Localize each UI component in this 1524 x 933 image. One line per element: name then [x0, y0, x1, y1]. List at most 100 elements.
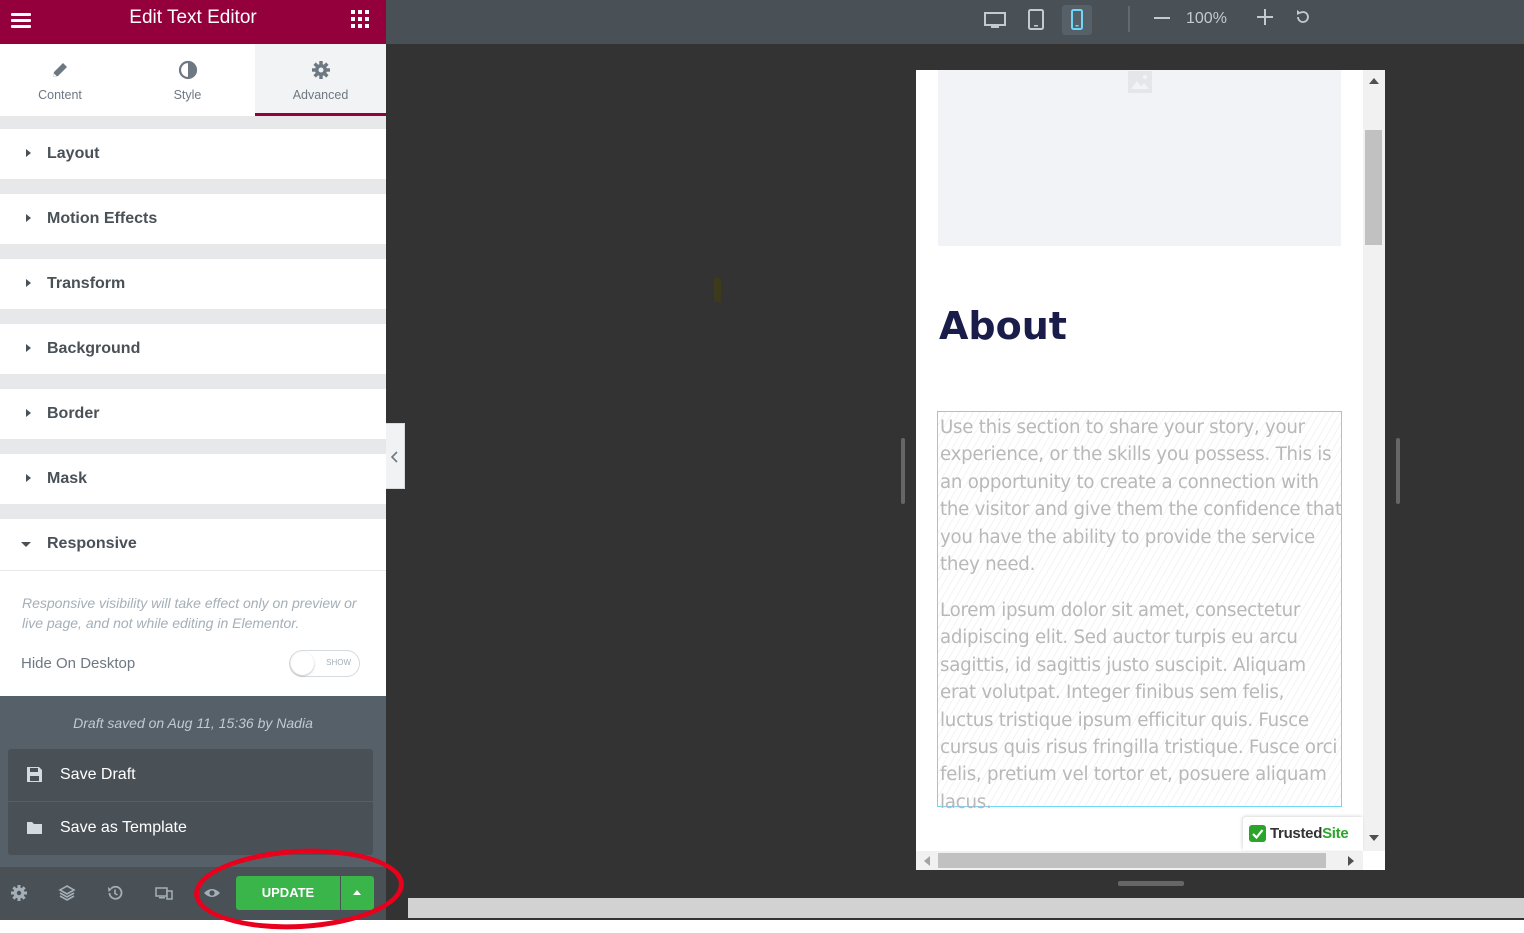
caret-right-icon — [26, 149, 31, 157]
horizontal-scrollbar[interactable] — [916, 851, 1363, 870]
section-layout[interactable]: Layout — [0, 129, 386, 179]
desktop-icon — [984, 12, 1006, 28]
history-icon[interactable] — [106, 884, 124, 902]
zoom-out-icon[interactable] — [1154, 17, 1170, 19]
device-tablet-button[interactable] — [1021, 5, 1051, 35]
section-label: Transform — [47, 275, 126, 292]
responsive-note: Responsive visibility will take effect o… — [22, 595, 357, 631]
panel-tabs: Content Style Advanced — [0, 44, 386, 116]
responsive-mode-icon[interactable] — [155, 884, 173, 902]
mobile-preview-frame: About Use this section to share your sto… — [916, 70, 1385, 870]
tab-label: Content — [38, 88, 82, 102]
section-label: Layout — [47, 145, 100, 162]
tab-style[interactable]: Style — [120, 44, 255, 116]
paragraph: Use this section to share your story, yo… — [940, 417, 1342, 576]
layers-icon[interactable] — [58, 884, 76, 902]
caret-right-icon — [26, 409, 31, 417]
scroll-down-icon[interactable] — [1369, 835, 1379, 841]
scroll-right-icon[interactable] — [1348, 856, 1354, 866]
badge-text-part: Site — [1322, 825, 1349, 842]
toggle-state: SHOW — [326, 658, 351, 667]
section-border[interactable]: Border — [0, 389, 386, 439]
tablet-icon — [1028, 9, 1044, 30]
caret-up-icon — [353, 890, 361, 895]
trustedsite-badge[interactable]: TrustedSite — [1243, 817, 1363, 850]
hide-on-desktop-label: Hide On Desktop — [21, 655, 136, 672]
zoom-in-icon[interactable] — [1257, 9, 1273, 25]
caret-right-icon — [26, 344, 31, 352]
chevron-left-icon — [391, 451, 398, 463]
panel-header: Edit Text Editor — [0, 0, 386, 44]
save-options: Draft saved on Aug 11, 15:36 by Nadia Sa… — [0, 696, 386, 867]
cursor-marker — [714, 278, 721, 302]
section-transform[interactable]: Transform — [0, 259, 386, 309]
scroll-left-icon[interactable] — [924, 856, 930, 866]
save-icon — [27, 767, 42, 782]
text-editor-widget[interactable]: Use this section to share your story, yo… — [937, 411, 1342, 813]
section-label: Responsive — [47, 535, 137, 552]
badge-text-part: Trusted — [1270, 825, 1323, 842]
preview-eye-icon[interactable] — [203, 884, 221, 902]
update-button[interactable]: UPDATE — [236, 876, 340, 910]
save-as-template-label: Save as Template — [60, 819, 187, 836]
save-draft-button[interactable]: Save Draft — [8, 749, 373, 802]
caret-right-icon — [26, 214, 31, 222]
resize-handle-right[interactable] — [1396, 438, 1400, 504]
divider — [1128, 6, 1130, 32]
gear-icon — [311, 61, 330, 79]
tab-content[interactable]: Content — [0, 44, 120, 116]
check-icon — [1249, 825, 1266, 842]
draft-status: Draft saved on Aug 11, 15:36 by Nadia — [73, 715, 313, 731]
update-options-toggle[interactable] — [341, 876, 374, 910]
settings-icon[interactable] — [10, 884, 28, 902]
section-background[interactable]: Background — [0, 324, 386, 374]
scroll-thumb[interactable] — [1365, 130, 1382, 245]
tab-label: Advanced — [292, 88, 349, 102]
canvas-bottom-scrollbar[interactable] — [408, 898, 1524, 918]
apps-grid-icon[interactable] — [351, 10, 369, 28]
section-motion-effects[interactable]: Motion Effects — [0, 194, 386, 244]
save-draft-label: Save Draft — [60, 766, 136, 783]
tab-advanced[interactable]: Advanced — [255, 44, 386, 116]
section-label: Background — [47, 340, 141, 357]
editor-panel: Edit Text Editor Content Style Advanced … — [0, 0, 386, 920]
caret-right-icon — [26, 279, 31, 287]
image-placeholder[interactable] — [938, 70, 1341, 246]
pencil-icon — [53, 63, 67, 77]
scroll-up-icon[interactable] — [1369, 78, 1379, 84]
caret-right-icon — [26, 474, 31, 482]
paragraph: Lorem ipsum dolor sit amet, consectetur … — [940, 600, 1338, 813]
resize-handle-left[interactable] — [901, 438, 905, 504]
panel-footer: UPDATE — [0, 867, 386, 920]
folder-icon — [27, 822, 42, 834]
reset-zoom-icon[interactable] — [1295, 9, 1311, 25]
device-mobile-button[interactable] — [1062, 5, 1092, 35]
contrast-icon — [178, 60, 197, 80]
device-desktop-button[interactable] — [980, 5, 1010, 35]
toggle-knob — [291, 652, 314, 675]
mobile-icon — [1071, 9, 1083, 30]
save-menu: Save Draft Save as Template — [8, 749, 373, 855]
panel-title: Edit Text Editor — [129, 7, 257, 28]
section-label: Motion Effects — [47, 210, 158, 227]
section-label: Border — [47, 405, 100, 422]
tab-label: Style — [173, 88, 202, 102]
section-label: Mask — [47, 470, 88, 487]
save-as-template-button[interactable]: Save as Template — [8, 802, 373, 855]
elementor-editor: Edit Text Editor Content Style Advanced … — [0, 0, 1524, 933]
collapse-panel-button[interactable] — [386, 423, 405, 489]
image-icon — [1128, 71, 1152, 93]
badge-text: TrustedSite — [1270, 825, 1349, 842]
caret-down-icon — [21, 542, 31, 547]
divider — [386, 918, 1524, 920]
section-responsive[interactable]: Responsive — [0, 519, 386, 570]
section-mask[interactable]: Mask — [0, 454, 386, 504]
responsive-bar: 100% — [386, 0, 1524, 44]
resize-handle-bottom[interactable] — [1118, 881, 1184, 886]
scroll-thumb[interactable] — [938, 853, 1326, 868]
hide-on-desktop-toggle[interactable]: SHOW — [289, 650, 360, 677]
vertical-scrollbar[interactable] — [1363, 70, 1385, 851]
responsive-controls: Responsive visibility will take effect o… — [0, 570, 386, 696]
zoom-level: 100% — [1186, 10, 1227, 27]
about-heading[interactable]: About — [939, 304, 1067, 348]
